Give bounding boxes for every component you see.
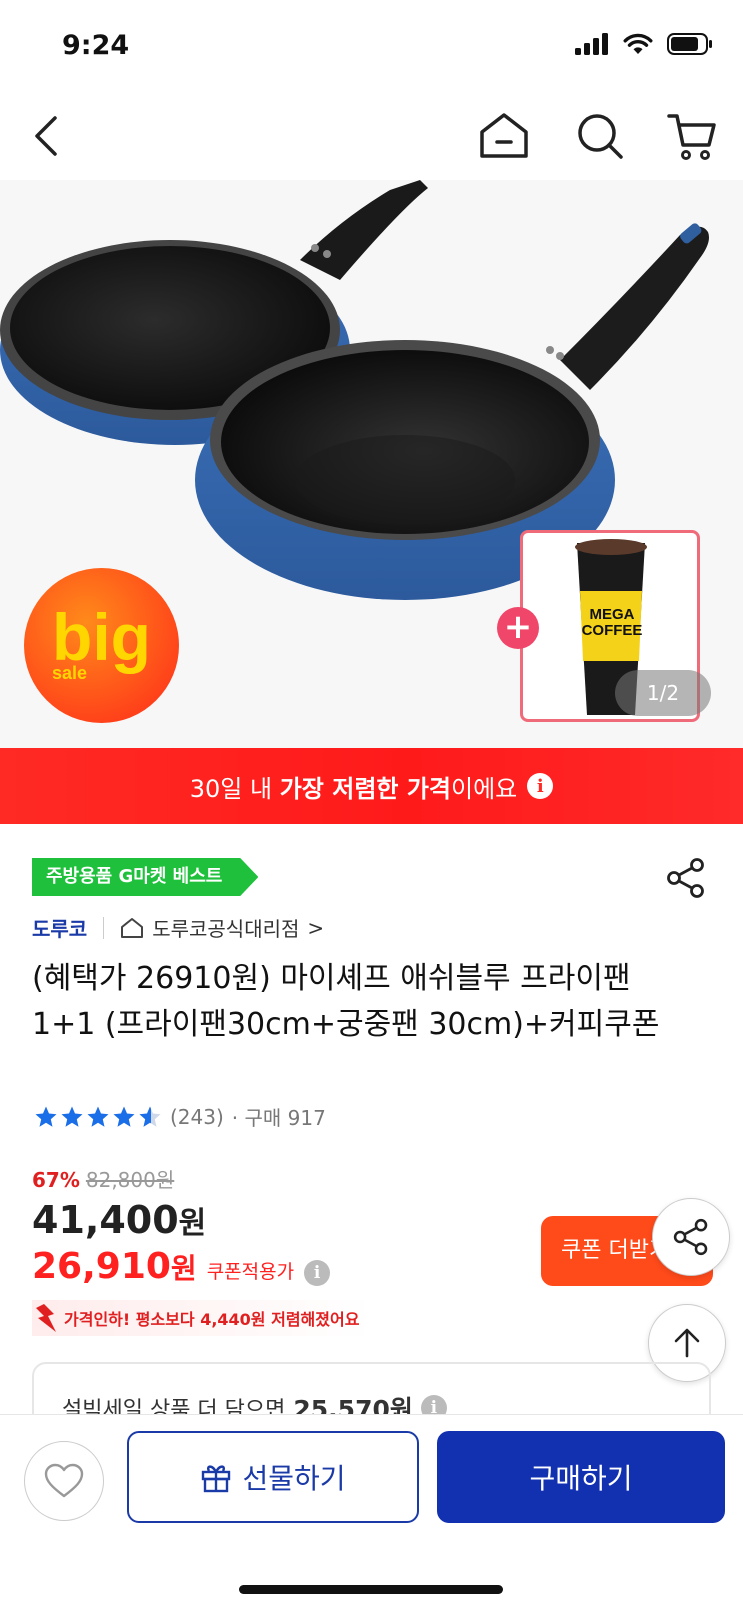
rating-row[interactable]: (243) · 구매 917 xyxy=(34,1102,326,1131)
gift-button[interactable]: 선물하기 xyxy=(127,1431,419,1523)
status-icons xyxy=(575,33,713,55)
product-title: (혜택가 26910원) 마이셰프 애쉬블루 프라이팬 1+1 (프라이팬30c… xyxy=(32,961,660,1042)
star-half-icon xyxy=(139,1106,161,1127)
info-icon[interactable]: i xyxy=(527,773,554,799)
search-button[interactable] xyxy=(574,110,626,162)
rating-stars xyxy=(34,1105,162,1129)
floating-share-button[interactable] xyxy=(652,1198,730,1276)
price-drop-text: 가격인하! 평소보다 4,440원 저렴해졌어요 xyxy=(64,1310,360,1329)
banner-suffix: 이에요 xyxy=(451,774,518,803)
store-name: 도루코공식대리점 xyxy=(152,917,300,941)
store-link[interactable]: 도루코공식대리점 > xyxy=(120,913,324,942)
purchase-count: · 구매 917 xyxy=(231,1106,326,1130)
brand-link[interactable]: 도루코 xyxy=(32,913,87,942)
coupon-price-value: 26,910 xyxy=(32,1246,171,1287)
share-icon xyxy=(673,1218,708,1256)
wifi-icon xyxy=(623,33,653,54)
info-icon[interactable]: i xyxy=(304,1260,331,1286)
divider xyxy=(103,916,105,939)
coupon-price-unit: 원 xyxy=(170,1252,197,1285)
wishlist-button[interactable] xyxy=(24,1441,104,1521)
chevron-right-icon: > xyxy=(307,915,325,940)
sale-price-value: 41,400 xyxy=(32,1198,179,1242)
plus-icon: + xyxy=(497,607,539,649)
gift-label: 선물하기 xyxy=(242,1462,346,1495)
arrow-up-icon xyxy=(674,1328,700,1358)
rating-count: (243) xyxy=(170,1104,224,1129)
coffee-brand-text: MEGA COFFEE xyxy=(581,606,643,639)
search-icon xyxy=(578,114,623,159)
lowest-price-banner[interactable]: 30일 내 가장 저렴한 가격 이에요 i xyxy=(0,748,743,824)
battery-icon xyxy=(667,33,712,55)
top-nav xyxy=(0,92,743,180)
store-home-icon xyxy=(121,917,144,938)
chevron-left-icon xyxy=(35,116,57,156)
sale-price: 41,400원 xyxy=(32,1198,206,1242)
buy-button[interactable]: 구매하기 xyxy=(437,1431,725,1523)
discount-rate: 67% xyxy=(32,1168,80,1192)
home-icon xyxy=(480,113,528,158)
cart-button[interactable] xyxy=(666,110,718,162)
cart-icon xyxy=(667,114,716,160)
star-icon xyxy=(87,1106,109,1127)
banner-highlight: 가장 저렴한 가격 xyxy=(279,774,451,803)
banner-prefix: 30일 내 xyxy=(189,774,280,803)
discount-row: 67% 82,800원 xyxy=(32,1164,174,1193)
brand-row: 도루코 도루코공식대리점 > xyxy=(32,913,324,942)
coupon-price-label: 쿠폰적용가 xyxy=(206,1261,295,1283)
status-time: 9:24 xyxy=(62,30,130,61)
badge-sale-text: sale xyxy=(51,663,88,683)
down-arrow-icon xyxy=(36,1304,56,1332)
badge-big-text: big xyxy=(52,600,151,674)
big-sale-badge: big sale xyxy=(24,568,179,723)
best-category-tag[interactable]: 주방용품 G마켓 베스트 xyxy=(32,858,259,896)
share-button[interactable] xyxy=(664,856,708,900)
original-price: 82,800원 xyxy=(85,1168,175,1192)
back-button[interactable] xyxy=(20,110,72,162)
share-icon xyxy=(667,858,704,898)
coupon-price: 26,910원 xyxy=(32,1246,197,1287)
signal-icon xyxy=(575,33,608,55)
star-icon xyxy=(61,1106,83,1127)
star-icon xyxy=(35,1106,57,1127)
coupon-price-row: 26,910원 쿠폰적용가 i xyxy=(32,1246,331,1287)
home-button[interactable] xyxy=(478,110,530,162)
price-drop-note: 가격인하! 평소보다 4,440원 저렴해졌어요 xyxy=(32,1300,372,1336)
home-indicator xyxy=(239,1585,503,1594)
gift-icon xyxy=(202,1465,231,1493)
status-bar: 9:24 xyxy=(0,0,743,92)
image-pager: 1/2 xyxy=(615,670,711,716)
bottom-action-bar: 선물하기 구매하기 xyxy=(0,1414,743,1609)
product-image-carousel[interactable]: big sale MEGA COFFEE + 1/2 xyxy=(0,180,743,748)
sale-price-unit: 원 xyxy=(178,1206,207,1241)
star-icon xyxy=(113,1106,135,1127)
heart-icon xyxy=(44,1463,84,1498)
